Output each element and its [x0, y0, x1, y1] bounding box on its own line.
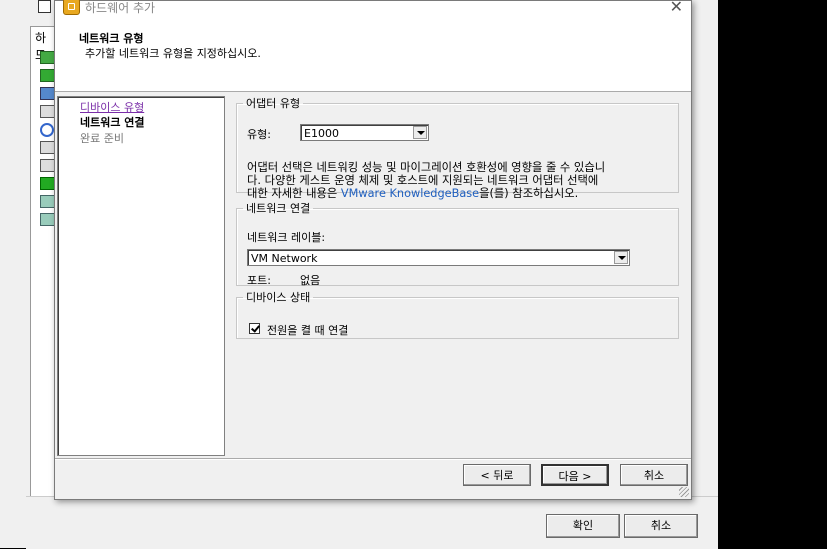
dialog-header: 네트워크 유형 추가할 네트워크 유형을 지정하십시오.: [55, 19, 691, 92]
network-connection-group: 네트워크 연결 네트워크 레이블: VM Network 포트: 없음: [236, 200, 679, 287]
device-status-group: 디바이스 상태 전원을 켤 때 연결: [236, 289, 679, 339]
page-subtitle: 추가할 네트워크 유형을 지정하십시오.: [85, 47, 261, 60]
adapter-type-legend: 어댑터 유형: [246, 97, 301, 110]
parent-checkbox[interactable]: [38, 0, 51, 13]
parent-ok-button[interactable]: 확인: [546, 514, 620, 538]
network-label-select[interactable]: VM Network: [247, 249, 630, 266]
network-card-icon: [40, 177, 55, 190]
cd-icon: [40, 123, 54, 137]
next-button[interactable]: 다음 >: [541, 464, 609, 486]
drive-icon: [40, 105, 55, 118]
network-label-value: VM Network: [251, 252, 318, 265]
add-hardware-dialog: 하드웨어 추가 ✕ 네트워크 유형 추가할 네트워크 유형을 지정하십시오. 디…: [54, 0, 692, 500]
connect-at-power-on-checkbox[interactable]: [249, 323, 260, 334]
adapter-desc-line2: 다. 다양한 게스트 운영 체제 및 호스트에 지원되는 네트워크 어댑터 선택…: [247, 174, 599, 187]
resize-grip[interactable]: [679, 487, 689, 497]
close-icon[interactable]: ✕: [670, 0, 683, 16]
back-button[interactable]: < 뒤로: [463, 464, 531, 486]
step-network-connection: 네트워크 연결: [80, 116, 145, 129]
network-connection-legend: 네트워크 연결: [246, 202, 311, 215]
monitor-icon: [40, 69, 55, 82]
adapter-desc-line3: 대한 자세한 내용은: [247, 187, 341, 200]
controller-icon-2: [40, 213, 55, 226]
memory-icon: [40, 51, 55, 64]
network-label-label: 네트워크 레이블:: [247, 231, 326, 244]
adapter-type-label: 유형:: [247, 128, 271, 141]
adapter-description: 어댑터 선택은 네트워킹 성능 및 마이그레이션 호환성에 영향을 줄 수 있습…: [247, 161, 677, 200]
button-separator: [55, 458, 691, 460]
adapter-type-select[interactable]: E1000: [300, 124, 429, 141]
chevron-down-icon[interactable]: [614, 251, 628, 264]
wizard-steps: 디바이스 유형 네트워크 연결 완료 준비: [57, 96, 225, 456]
dialog-titlebar[interactable]: 하드웨어 추가 ✕: [55, 0, 691, 19]
vmware-app-icon: [63, 0, 80, 15]
adapter-type-value: E1000: [304, 127, 339, 140]
chevron-down-icon[interactable]: [413, 126, 427, 139]
vmware-kb-link[interactable]: VMware KnowledgeBase: [341, 187, 479, 200]
parent-cancel-button[interactable]: 취소: [624, 514, 698, 538]
step-ready-to-complete: 완료 준비: [80, 132, 124, 145]
device-status-legend: 디바이스 상태: [246, 291, 311, 304]
dialog-title: 하드웨어 추가: [85, 1, 156, 15]
connect-at-power-on-label[interactable]: 전원을 켤 때 연결: [267, 322, 348, 338]
adapter-type-group: 어댑터 유형 유형: E1000 어댑터 선택은 네트워킹 성능 및 마이그레이…: [236, 95, 679, 200]
adapter-desc-line1: 어댑터 선택은 네트워킹 성능 및 마이그레이션 호환성에 영향을 줄 수 있습…: [247, 161, 606, 174]
step-device-type[interactable]: 디바이스 유형: [80, 99, 144, 115]
port-value: 없음: [300, 274, 321, 287]
floppy-icon: [40, 159, 55, 172]
port-label: 포트:: [247, 274, 271, 287]
page-title: 네트워크 유형: [79, 32, 144, 45]
display-icon: [40, 87, 55, 100]
controller-icon: [40, 195, 55, 208]
disk-icon: [40, 141, 55, 154]
cancel-button[interactable]: 취소: [620, 464, 688, 486]
adapter-desc-line3-end: 을(를) 참조하십시오.: [479, 187, 579, 200]
